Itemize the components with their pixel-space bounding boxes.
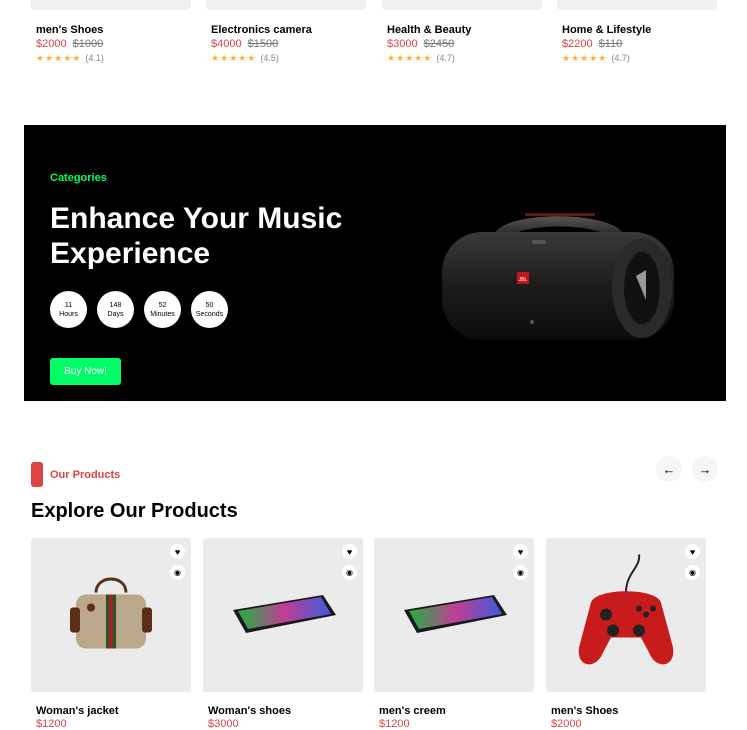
banner-category: Categories	[50, 172, 107, 184]
speaker-image: JBL	[442, 213, 674, 340]
keyboard-image	[404, 595, 507, 633]
product-image-box[interactable]: ♥ ◉	[374, 538, 534, 692]
product-card[interactable]: Home & Lifestyle $2200 $110 ★★★★★ (4.7)	[557, 0, 717, 63]
product-price: $1200	[379, 718, 410, 730]
heart-icon: ♥	[689, 546, 696, 557]
product-name[interactable]: men's creem	[379, 705, 446, 717]
product-image-box[interactable]: ♥ ◉	[203, 538, 363, 692]
product-name[interactable]: Health & Beauty	[387, 24, 471, 36]
eye-icon: ◉	[689, 568, 696, 577]
quick-view-button[interactable]: ◉	[685, 565, 700, 580]
product-image-box[interactable]: ♥ ◉	[31, 538, 191, 692]
banner-headline: Enhance Your Music Experience	[50, 202, 343, 270]
product-card[interactable]: ♥ ◉ Woman's jacket $1200	[31, 538, 191, 730]
timer-seconds: 50 Seconds	[191, 291, 228, 328]
section-tag: Our Products	[31, 462, 120, 487]
bag-image	[70, 577, 152, 649]
wishlist-button[interactable]: ♥	[685, 544, 700, 559]
eye-icon: ◉	[517, 568, 524, 577]
product-image[interactable]	[31, 0, 191, 10]
product-name[interactable]: Woman's jacket	[36, 705, 119, 717]
product-image[interactable]	[557, 0, 717, 10]
countdown-timer: 11 Hours 148 Days 52 Minutes 50 Seconds	[50, 291, 228, 328]
product-rating: ★★★★★ (4.7)	[562, 53, 630, 63]
product-price: $1200	[36, 718, 67, 730]
gamepad-image	[578, 554, 674, 665]
arrow-left-icon: ←	[662, 461, 676, 477]
product-price: $4000 $1500	[211, 38, 279, 50]
product-rating: ★★★★★ (4.7)	[387, 53, 455, 63]
next-arrow-button[interactable]: →	[692, 456, 718, 482]
wishlist-button[interactable]: ♥	[170, 544, 185, 559]
timer-hours: 11 Hours	[50, 291, 87, 328]
timer-minutes: 52 Minutes	[144, 291, 181, 328]
product-price: $3000	[208, 718, 239, 730]
heart-icon: ♥	[517, 546, 524, 557]
heart-icon: ♥	[174, 546, 181, 557]
buy-now-button[interactable]: Buy Now!	[50, 358, 121, 385]
prev-arrow-button[interactable]: ←	[656, 456, 682, 482]
section-tag-label: Our Products	[50, 468, 121, 481]
star-icons: ★★★★★	[36, 53, 82, 63]
product-price: $2000	[551, 718, 582, 730]
product-name[interactable]: Home & Lifestyle	[562, 24, 651, 36]
product-name[interactable]: Woman's shoes	[208, 705, 291, 717]
speaker-logo: JBL	[519, 277, 528, 283]
keyboard-image	[233, 595, 336, 633]
product-rating: ★★★★★ (4.1)	[36, 53, 104, 63]
wishlist-button[interactable]: ♥	[342, 544, 357, 559]
arrow-right-icon: →	[698, 461, 712, 477]
product-card[interactable]: Health & Beauty $3000 $2450 ★★★★★ (4.7)	[382, 0, 542, 63]
product-image-box[interactable]: ♥ ◉	[546, 538, 706, 692]
product-card[interactable]: ♥ ◉ men's creem $1200	[374, 538, 534, 730]
quick-view-button[interactable]: ◉	[170, 565, 185, 580]
product-rating: ★★★★★ (4.5)	[211, 53, 279, 63]
top-products-row: men's Shoes $2000 $1000 ★★★★★ (4.1) Electr…	[0, 0, 747, 110]
product-name[interactable]: men's Shoes	[36, 24, 103, 36]
product-name[interactable]: men's Shoes	[551, 705, 618, 717]
quick-view-button[interactable]: ◉	[342, 565, 357, 580]
product-card[interactable]: men's Shoes $2000 $1000 ★★★★★ (4.1)	[31, 0, 191, 63]
section-title: Explore Our Products	[31, 500, 238, 522]
timer-days: 148 Days	[97, 291, 134, 328]
product-name[interactable]: Electronics camera	[211, 24, 312, 36]
star-icons: ★★★★★	[211, 53, 257, 63]
product-card[interactable]: Electronics camera $4000 $1500 ★★★★★ (4.5)	[206, 0, 366, 63]
product-price: $2200 $110	[562, 38, 623, 50]
product-price: $3000 $2450	[387, 38, 455, 50]
product-image[interactable]	[206, 0, 366, 10]
eye-icon: ◉	[174, 568, 181, 577]
eye-icon: ◉	[346, 568, 353, 577]
promo-banner: Categories Enhance Your Music Experience…	[24, 125, 726, 401]
product-image[interactable]	[382, 0, 542, 10]
heart-icon: ♥	[346, 546, 353, 557]
wishlist-button[interactable]: ♥	[513, 544, 528, 559]
product-card[interactable]: ♥ ◉ Woman's shoes $3000	[203, 538, 363, 730]
section-marker	[31, 462, 43, 487]
star-icons: ★★★★★	[562, 53, 608, 63]
star-icons: ★★★★★	[387, 53, 433, 63]
product-price: $2000 $1000	[36, 38, 104, 50]
quick-view-button[interactable]: ◉	[513, 565, 528, 580]
product-card[interactable]: ♥ ◉ men's Shoes $2000	[546, 538, 706, 730]
